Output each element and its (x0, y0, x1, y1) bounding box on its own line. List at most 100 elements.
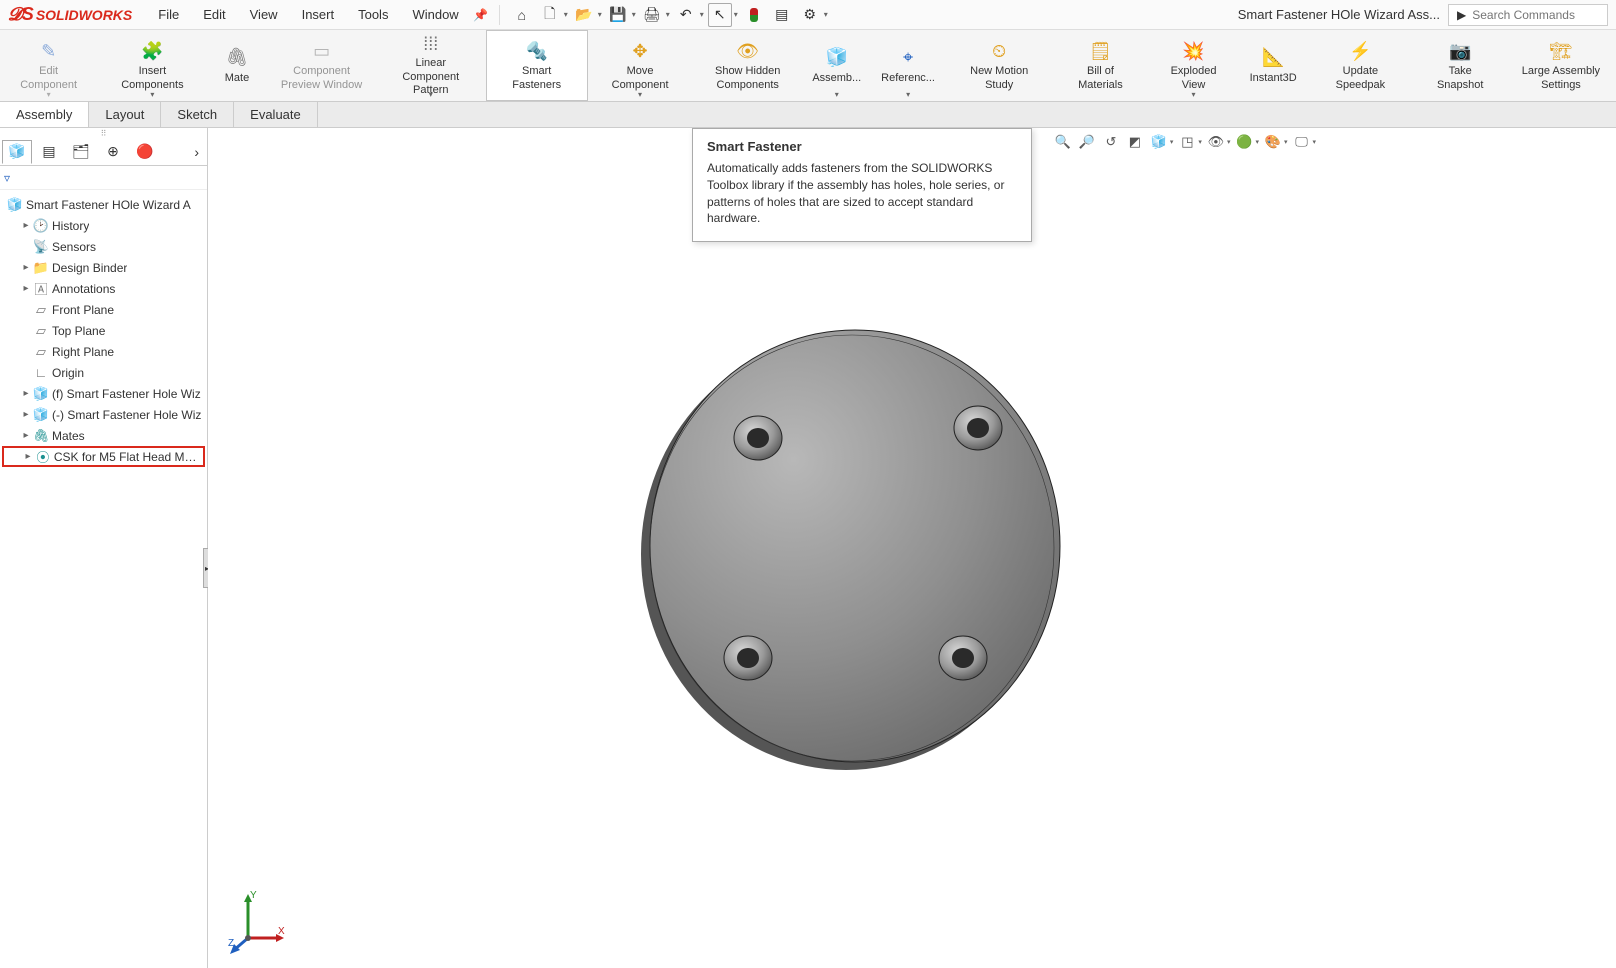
dropdown-icon[interactable]: ▾ (564, 10, 568, 19)
undo-icon[interactable]: ↶ (674, 3, 698, 27)
insert-components-button[interactable]: 🧩 Insert Components ▾ (98, 30, 207, 101)
expand-icon[interactable]: ▸ (20, 409, 32, 420)
tree-root[interactable]: 🧊 Smart Fastener HOle Wizard A (2, 194, 205, 215)
dropdown-icon[interactable]: ▾ (638, 90, 642, 99)
hide-show-icon[interactable]: 👁 (1206, 132, 1226, 152)
home-icon[interactable]: ⌂ (510, 3, 534, 27)
linear-pattern-button[interactable]: ⁞⁞⁞ Linear Component Pattern ▾ (377, 30, 486, 101)
expand-icon[interactable]: ▸ (20, 430, 32, 441)
save-icon[interactable]: 💾 (606, 3, 630, 27)
expand-icon[interactable]: ▸ (22, 451, 34, 462)
panel-overflow-icon[interactable]: › (188, 144, 205, 160)
assembly-features-button[interactable]: 🧊 Assemb... ▾ (803, 30, 872, 101)
dropdown-icon[interactable]: ▾ (734, 10, 738, 19)
display-manager-tab[interactable]: 🔴 (130, 140, 160, 164)
dropdown-icon[interactable]: ▾ (1227, 138, 1231, 146)
print-icon[interactable]: 🖨 (640, 3, 664, 27)
config-manager-tab[interactable]: 🗂 (66, 140, 96, 164)
rebuild-icon[interactable] (742, 3, 766, 27)
tab-assembly[interactable]: Assembly (0, 102, 89, 127)
dropdown-icon[interactable]: ▾ (835, 90, 839, 99)
tree-history[interactable]: ▸ 🕑 History (2, 215, 205, 236)
expand-icon[interactable]: ▸ (20, 388, 32, 399)
dropdown-icon[interactable]: ▾ (700, 10, 704, 19)
tree-front-plane[interactable]: ▱ Front Plane (2, 299, 205, 320)
dropdown-icon[interactable]: ▾ (598, 10, 602, 19)
dropdown-icon[interactable]: ▾ (150, 90, 154, 99)
display-style-icon[interactable]: ◳ (1177, 132, 1197, 152)
graphics-viewport[interactable]: Smart Fastener Automatically adds fasten… (208, 128, 1616, 968)
dropdown-icon[interactable]: ▾ (632, 10, 636, 19)
tab-evaluate[interactable]: Evaluate (234, 102, 318, 127)
settings-gear-icon[interactable]: ⚙ (798, 3, 822, 27)
binder-icon: 📁 (32, 260, 50, 276)
open-icon[interactable]: 📂 (572, 3, 596, 27)
show-hidden-button[interactable]: 👁 Show Hidden Components (694, 30, 803, 101)
dropdown-icon[interactable]: ▾ (429, 90, 433, 99)
large-assembly-button[interactable]: 🏗 Large Assembly Settings (1507, 30, 1616, 101)
dropdown-icon[interactable]: ▾ (1255, 138, 1259, 146)
dropdown-icon[interactable]: ▾ (1312, 138, 1316, 146)
tree-part-fixed[interactable]: ▸ 🧊 (f) Smart Fastener Hole Wiz (2, 383, 205, 404)
panel-grip[interactable]: ⠿ (0, 128, 207, 138)
section-view-icon[interactable]: ◩ (1125, 132, 1145, 152)
orientation-triad[interactable]: Y X Z (228, 888, 278, 948)
take-snapshot-button[interactable]: 📷 Take Snapshot (1415, 30, 1507, 101)
tree-hole-feature[interactable]: ▸ ⦿ CSK for M5 Flat Head Mach (2, 446, 205, 467)
tab-sketch[interactable]: Sketch (161, 102, 234, 127)
view-orientation-icon[interactable]: 🧊 (1149, 132, 1169, 152)
menu-view[interactable]: View (240, 3, 288, 26)
update-speedpak-button[interactable]: ⚡ Update Speedpak (1307, 30, 1414, 101)
search-input[interactable] (1472, 8, 1599, 22)
menu-edit[interactable]: Edit (193, 3, 235, 26)
dropdown-icon[interactable]: ▾ (906, 90, 910, 99)
tree-mates[interactable]: ▸ 🖇 Mates (2, 425, 205, 446)
pin-icon[interactable]: 📌 (473, 7, 489, 23)
dimxpert-tab[interactable]: ⊕ (98, 140, 128, 164)
menu-tools[interactable]: Tools (348, 3, 398, 26)
options-list-icon[interactable]: ▤ (770, 3, 794, 27)
bom-button[interactable]: 🗒 Bill of Materials (1054, 30, 1148, 101)
expand-icon[interactable]: ▸ (20, 220, 32, 231)
dropdown-icon[interactable]: ▾ (666, 10, 670, 19)
tree-origin[interactable]: ∟ Origin (2, 362, 205, 383)
dropdown-icon[interactable]: ▾ (1170, 138, 1174, 146)
exploded-view-button[interactable]: 💥 Exploded View ▾ (1148, 30, 1240, 101)
dropdown-icon[interactable]: ▾ (1192, 90, 1196, 99)
menu-insert[interactable]: Insert (292, 3, 345, 26)
search-commands[interactable]: ▶ (1448, 4, 1608, 26)
dropdown-icon[interactable]: ▾ (824, 10, 828, 19)
prev-view-icon[interactable]: ↺ (1101, 132, 1121, 152)
menu-window[interactable]: Window (402, 3, 468, 26)
tree-top-plane[interactable]: ▱ Top Plane (2, 320, 205, 341)
tree-design-binder[interactable]: ▸ 📁 Design Binder (2, 257, 205, 278)
tree-part-float[interactable]: ▸ 🧊 (-) Smart Fastener Hole Wiz (2, 404, 205, 425)
mate-button[interactable]: 🖇 Mate (207, 30, 267, 101)
tree-sensors[interactable]: 📡 Sensors (2, 236, 205, 257)
new-motion-study-button[interactable]: ⏲ New Motion Study (945, 30, 1053, 101)
model-disc[interactable] (638, 318, 1078, 781)
property-manager-tab[interactable]: ▤ (34, 140, 64, 164)
menu-file[interactable]: File (148, 3, 189, 26)
edit-appearance-icon[interactable]: 🟢 (1234, 132, 1254, 152)
zoom-area-icon[interactable]: 🔎 (1077, 132, 1097, 152)
feature-tree-tab[interactable]: 🧊 (2, 140, 32, 164)
tree-right-plane[interactable]: ▱ Right Plane (2, 341, 205, 362)
dropdown-icon[interactable]: ▾ (1284, 138, 1288, 146)
reference-geometry-button[interactable]: ⌖ Referenc... ▾ (872, 30, 946, 101)
tab-layout[interactable]: Layout (89, 102, 161, 127)
filter-funnel-icon[interactable]: ▿ (4, 171, 10, 185)
new-doc-icon[interactable]: 🗋 (538, 3, 562, 27)
zoom-fit-icon[interactable]: 🔍 (1053, 132, 1073, 152)
view-settings-icon[interactable]: 🖵 (1291, 132, 1311, 152)
select-cursor-icon[interactable]: ↖ (708, 3, 732, 27)
expand-icon[interactable]: ▸ (20, 283, 32, 294)
apply-scene-icon[interactable]: 🎨 (1263, 132, 1283, 152)
dropdown-icon[interactable]: ▾ (1198, 138, 1202, 146)
move-component-button[interactable]: ✥ Move Component ▾ (588, 30, 694, 101)
expand-icon[interactable]: ▸ (20, 262, 32, 273)
instant3d-button[interactable]: 📐 Instant3D (1240, 30, 1307, 101)
triad-z-label: Z (228, 938, 234, 949)
tree-annotations[interactable]: ▸ 🄰 Annotations (2, 278, 205, 299)
smart-fasteners-button[interactable]: 🔩 Smart Fasteners (486, 30, 588, 101)
